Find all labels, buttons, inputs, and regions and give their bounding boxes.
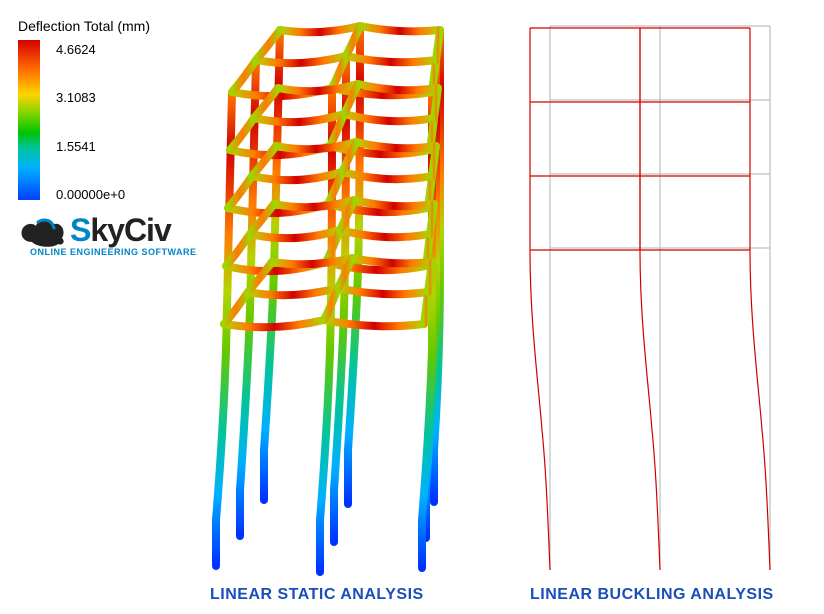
caption-linear-buckling: LINEAR BUCKLING ANALYSIS	[530, 586, 774, 604]
legend-labels: 4.6624 3.1083 1.5541 0.00000e+0	[56, 40, 125, 204]
logo-subtitle: ONLINE ENGINEERING SOFTWARE	[30, 247, 197, 257]
linear-static-viz	[200, 20, 500, 585]
logo-rest: kyCiv	[90, 212, 170, 248]
legend-label-min: 0.00000e+0	[56, 187, 125, 202]
deflection-legend: Deflection Total (mm) 4.6624 3.1083 1.55…	[18, 18, 150, 204]
legend-label-1: 1.5541	[56, 139, 125, 154]
cloud-icon	[18, 214, 66, 248]
caption-linear-static: LINEAR STATIC ANALYSIS	[210, 586, 424, 604]
legend-label-2: 3.1083	[56, 90, 125, 105]
legend-color-bar	[18, 40, 40, 200]
legend-label-max: 4.6624	[56, 42, 125, 57]
logo-text: SkyCiv	[70, 212, 171, 249]
skyciv-logo: SkyCiv ONLINE ENGINEERING SOFTWARE	[18, 212, 197, 257]
linear-buckling-viz	[520, 20, 820, 585]
legend-title: Deflection Total (mm)	[18, 18, 150, 34]
